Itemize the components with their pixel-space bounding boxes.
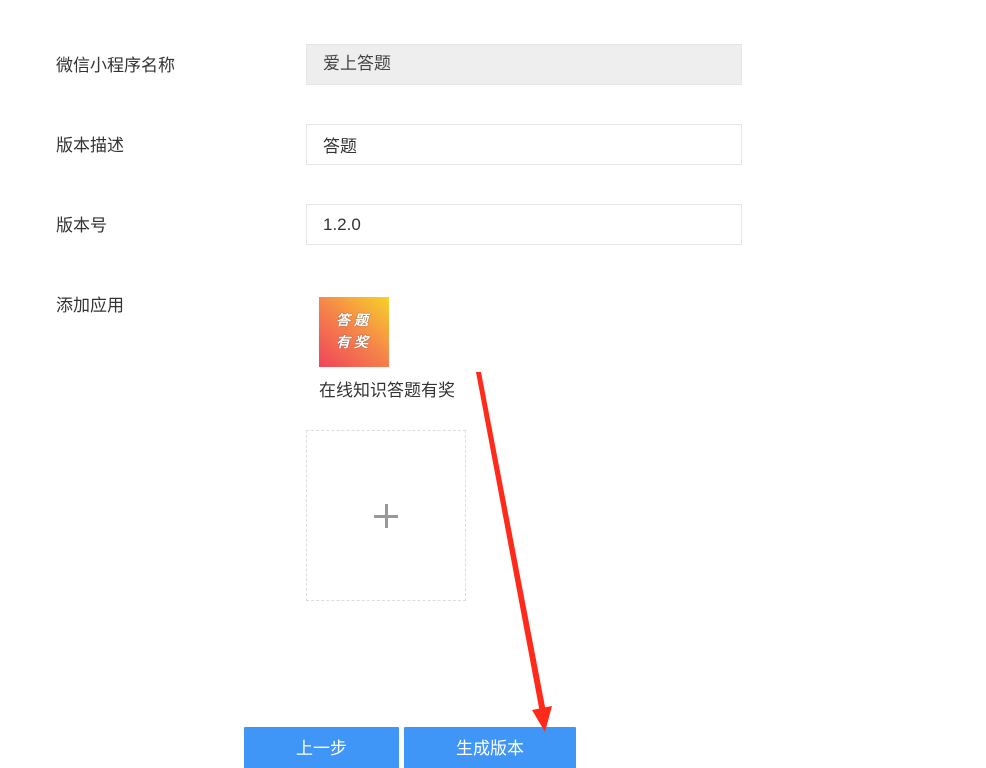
mini-program-name-label: 微信小程序名称 — [56, 56, 175, 76]
version-description-input[interactable] — [306, 124, 742, 165]
mini-program-name-field: 爱上答题 — [306, 44, 742, 85]
app-thumbnail[interactable]: 答题 有奖 — [319, 297, 389, 367]
create-version-page: 微信小程序名称 爱上答题 版本描述 版本号 添加应用 答题 有奖 在线知识答题有… — [0, 0, 986, 768]
red-arrow-icon — [476, 372, 552, 732]
app-name: 在线知识答题有奖 — [319, 381, 455, 401]
arrow-shaft — [476, 372, 546, 713]
add-app-button[interactable] — [306, 430, 466, 601]
previous-step-button[interactable]: 上一步 — [244, 727, 399, 768]
version-number-label: 版本号 — [56, 216, 107, 236]
version-description-label: 版本描述 — [56, 136, 124, 156]
app-thumbnail-text-line1: 答题 — [336, 313, 372, 329]
generate-version-button[interactable]: 生成版本 — [404, 727, 576, 768]
app-thumbnail-text-line2: 有奖 — [336, 335, 372, 351]
version-number-input[interactable] — [306, 204, 742, 245]
add-app-label: 添加应用 — [56, 296, 124, 316]
plus-icon — [374, 503, 398, 528]
